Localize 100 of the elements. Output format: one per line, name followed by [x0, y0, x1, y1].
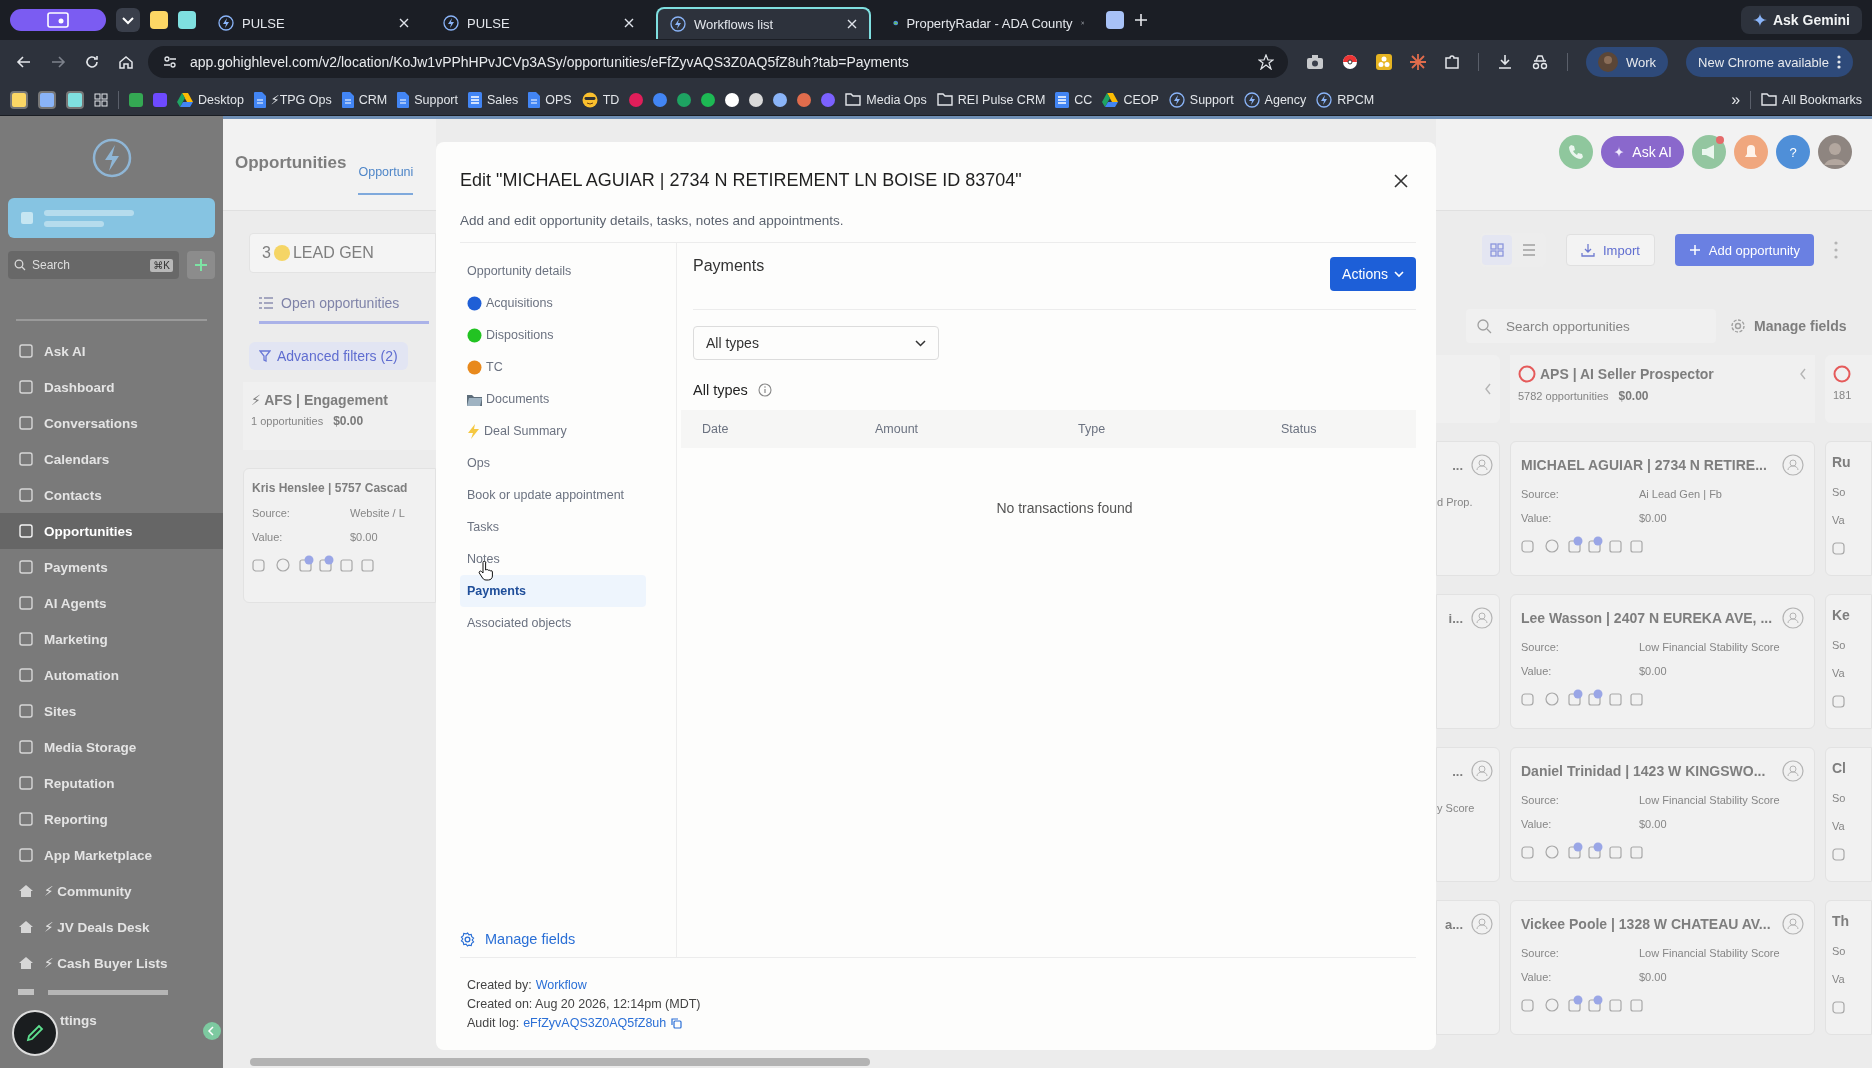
section-link[interactable]: Dispositions — [460, 319, 646, 351]
ask-ai-button[interactable]: Ask AI — [1601, 136, 1684, 168]
creator-link[interactable]: Workflow — [535, 978, 587, 992]
nav-item[interactable]: AI Agents — [0, 585, 223, 621]
bookmark[interactable]: Support — [1168, 91, 1234, 108]
edit-button[interactable] — [12, 1010, 58, 1056]
audit-link[interactable]: eFfZyvAQS3Z0AQ5fZ8uh — [523, 1016, 667, 1030]
bookmark[interactable]: Sales — [468, 91, 519, 108]
section-link[interactable]: Ops — [460, 447, 646, 479]
nav-item[interactable]: Calendars — [0, 441, 223, 477]
update-chip[interactable]: New Chrome available — [1686, 47, 1853, 77]
browser-tab[interactable]: PropertyRadar - ADA County — [881, 7, 1096, 39]
new-tab-icon[interactable] — [1134, 13, 1148, 27]
tab-search-icon[interactable] — [116, 8, 140, 32]
pipeline-select[interactable]: 3 LEAD GEN — [249, 233, 436, 273]
section-link[interactable]: Acquisitions — [460, 287, 646, 319]
nav-item[interactable]: Automation — [0, 657, 223, 693]
nav-item[interactable]: App Marketplace — [0, 837, 223, 873]
nav-item[interactable]: Opportunities — [0, 513, 223, 549]
bookmark[interactable]: ⚡TPG Ops — [253, 91, 332, 108]
tab-group-icon[interactable] — [150, 11, 168, 29]
help-button[interactable]: ? — [1776, 135, 1810, 169]
nav-item-drawing[interactable] — [18, 987, 168, 995]
nav-item[interactable]: Conversations — [0, 405, 223, 441]
account-switcher[interactable] — [8, 198, 215, 238]
section-link[interactable]: Documents — [460, 383, 646, 415]
manage-fields-button[interactable]: Manage fields — [1730, 318, 1847, 334]
tab-group-icon[interactable] — [38, 90, 56, 109]
app-icon[interactable] — [773, 92, 788, 107]
browser-tab[interactable]: Workflows list — [656, 7, 871, 39]
settings-nav-item[interactable]: ttings — [60, 1012, 97, 1028]
reload-icon[interactable] — [84, 54, 100, 70]
tab-group-icon[interactable] — [66, 90, 84, 109]
bookmark[interactable]: CC — [1055, 91, 1093, 108]
opportunity-card[interactable]: ... y Score — [1436, 747, 1500, 882]
extension-icon[interactable] — [1376, 54, 1392, 70]
opportunity-card[interactable]: Cl So Va — [1825, 747, 1872, 882]
ask-gemini-button[interactable]: Ask Gemini — [1740, 6, 1862, 34]
browser-tab[interactable]: PULSE — [206, 7, 421, 39]
browser-tab[interactable]: PULSE — [431, 7, 646, 39]
all-bookmarks-button[interactable]: All Bookmarks — [1761, 92, 1862, 107]
opportunity-card[interactable]: Vickee Poole | 1328 W CHATEAU AV... Source: Low Financial Stability Score Value: $0.00 — [1510, 900, 1815, 1035]
actions-button[interactable]: Actions — [1330, 257, 1416, 291]
import-button[interactable]: Import — [1566, 234, 1655, 266]
nav-item[interactable]: Ask AI — [0, 333, 223, 369]
bookmark[interactable]: Agency — [1243, 91, 1307, 108]
opportunity-card[interactable]: MICHAEL AGUIAR | 2734 N RETIRE... Source: Ai Lead Gen | Fb Value: $0.00 — [1510, 441, 1815, 576]
section-link[interactable]: Tasks — [460, 511, 646, 543]
nav-item[interactable]: Contacts — [0, 477, 223, 513]
tune-icon[interactable] — [162, 54, 178, 70]
opportunity-card[interactable]: Th So Va — [1825, 900, 1872, 1035]
copy-icon[interactable] — [670, 1017, 683, 1029]
pipeline-tab[interactable]: Opportuni — [358, 151, 414, 195]
section-link[interactable]: Deal Summary — [460, 415, 646, 447]
apps-grid-icon[interactable] — [94, 92, 108, 107]
tab-group-icon[interactable] — [1106, 11, 1124, 29]
collapse-icon[interactable] — [203, 1022, 221, 1040]
nav-item[interactable]: Media Storage — [0, 729, 223, 765]
burst-icon[interactable] — [1410, 54, 1426, 70]
app-icon[interactable] — [749, 92, 764, 107]
tab-group-icon[interactable] — [10, 90, 28, 109]
opportunity-card[interactable]: ... d Prop. — [1436, 441, 1500, 576]
nav-item[interactable]: Dashboard — [0, 369, 223, 405]
search-field[interactable]: Search opportunities — [1466, 309, 1716, 343]
bookmark[interactable]: CEOP — [1102, 92, 1159, 107]
section-link[interactable]: Payments — [460, 575, 646, 607]
camera-icon[interactable] — [1306, 54, 1324, 70]
opportunity-card[interactable]: Kris Henslee | 5757 Cascad Source: Website / L Value: $0.00 — [243, 468, 436, 603]
avatar-icon[interactable] — [1818, 135, 1852, 169]
nav-item[interactable]: Reporting — [0, 801, 223, 837]
bookmark[interactable]: Desktop — [177, 92, 244, 107]
opportunity-card[interactable]: Ru So Va — [1825, 441, 1872, 576]
opportunity-card[interactable]: i... — [1436, 594, 1500, 729]
megaphone-icon[interactable] — [1692, 135, 1726, 169]
bookmark[interactable]: OPS — [528, 91, 572, 108]
type-select[interactable]: All types — [693, 326, 939, 360]
bookmark[interactable]: RPCM — [1316, 91, 1375, 108]
profile-button[interactable] — [10, 9, 106, 31]
bookmark[interactable]: Media Ops — [845, 92, 927, 107]
section-link[interactable]: Book or update appointment — [460, 479, 646, 511]
info-icon[interactable] — [757, 383, 772, 397]
back-icon[interactable] — [16, 54, 32, 70]
nav-item[interactable]: ⚡ Community — [0, 873, 223, 909]
section-link[interactable]: Opportunity details — [460, 255, 646, 287]
section-link[interactable]: Associated objects — [460, 607, 646, 639]
bookmark[interactable]: TD — [581, 91, 620, 108]
address-field[interactable]: app.gohighlevel.com/v2/location/KoJw1vPPhHPvJCVp3ASy/opportunities/eFfZyvAQS3Z0AQ5fZ8uh?tab=Payments — [148, 46, 1288, 78]
ball-icon[interactable] — [1342, 54, 1358, 70]
nav-item[interactable]: ⚡ JV Deals Desk — [0, 909, 223, 945]
view-tab[interactable]: Open opportunities — [259, 295, 429, 324]
more-bookmarks-button[interactable]: » — [1731, 90, 1741, 109]
incognito-icon[interactable] — [1531, 54, 1549, 70]
forward-icon[interactable] — [50, 54, 66, 70]
add-opportunity-button[interactable]: Add opportunity — [1674, 234, 1814, 266]
opportunity-card[interactable]: Daniel Trinidad | 1423 W KINGSWO... Source: Low Financial Stability Score Value: $0.00 — [1510, 747, 1815, 882]
download-icon[interactable] — [1497, 54, 1513, 70]
star-icon[interactable] — [1258, 54, 1274, 70]
tab-group-icon[interactable] — [178, 11, 196, 29]
section-link[interactable]: TC — [460, 351, 646, 383]
home-icon[interactable] — [118, 54, 134, 70]
